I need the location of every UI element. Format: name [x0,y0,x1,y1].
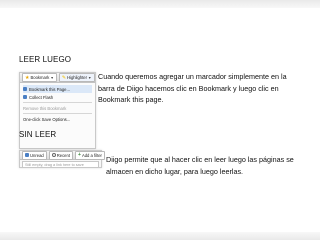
highlighter-button[interactable]: ✎ Highlighter ▼ [58,73,95,82]
menu-item-one-click-save-options[interactable]: One-click Save Options... [23,115,92,123]
menu-item-label: Remove this Bookmark [23,105,67,111]
add-filter-button-label: Add a filter [81,152,102,158]
flash-icon [23,95,27,99]
chevron-down-icon: ▼ [50,75,54,80]
bottom-decor-bar [0,232,320,240]
section-heading-sin-leer: SIN LEER [19,130,57,139]
bookmark-page-icon [23,87,27,91]
top-decor-bar [0,0,320,8]
unread-button-label: Unread [30,152,44,158]
read-later-bar-screenshot: Unread Recent + Add a filter Still empty… [19,150,105,168]
add-filter-button[interactable]: + Add a filter [75,150,105,160]
menu-item-label: Bookmark this Page... [29,86,70,92]
bookmark-dropdown-menu: Bookmark this Page... Collect Flash Remo… [20,83,95,125]
menu-item-label: Collect Flash [29,94,54,100]
section-heading-leer-luego: LEER LUEGO [19,55,72,64]
menu-item-bookmark-this-page[interactable]: Bookmark this Page... [23,85,92,93]
plus-icon: + [78,152,81,158]
menu-item-collect-flash[interactable]: Collect Flash [23,93,92,101]
highlighter-icon: ✎ [61,74,67,81]
menu-divider [23,113,92,114]
clock-icon [51,153,56,157]
bookmark-button-label: Bookmark [30,75,50,80]
read-later-drop-area[interactable]: Still empty, drag a link here to save [22,161,99,168]
highlighter-button-label: Highlighter [67,75,88,80]
recent-button[interactable]: Recent [48,150,74,160]
section-description-sin-leer: Diigo permite que al hacer clic en leer … [106,155,294,176]
read-later-toolbar: Unread Recent + Add a filter [20,150,105,160]
menu-divider [23,102,92,103]
bookmark-button[interactable]: ★ Bookmark ▼ [22,73,57,82]
unread-button[interactable]: Unread [22,150,47,160]
recent-button-label: Recent [56,152,71,158]
diigo-toolbar: ★ Bookmark ▼ ✎ Highlighter ▼ [20,73,95,83]
menu-item-remove-bookmark[interactable]: Remove this Bookmark [23,104,92,112]
chevron-down-icon: ▼ [88,75,92,80]
bookmark-star-icon: ★ [25,74,30,81]
section-description-leer-luego: Cuando queremos agregar un marcador simp… [98,72,287,105]
menu-item-label: One-click Save Options... [23,116,71,122]
unread-icon [25,153,29,157]
